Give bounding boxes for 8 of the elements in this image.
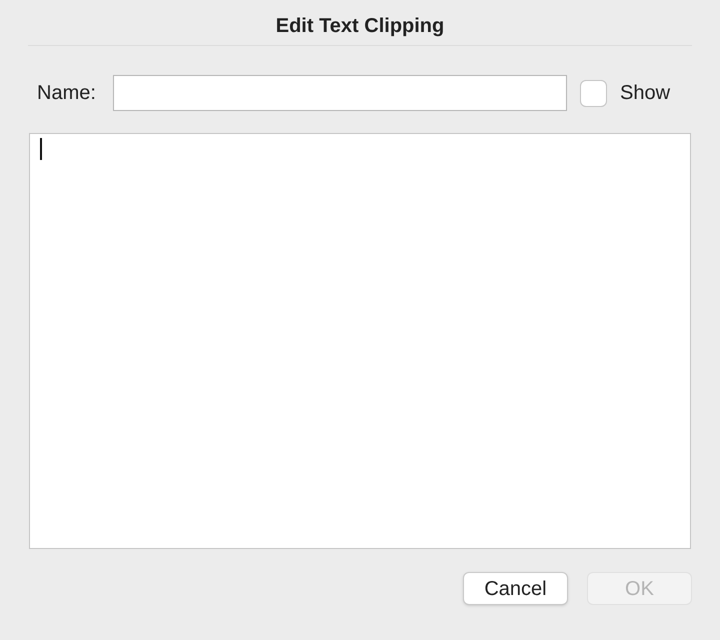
dialog-button[interactable]: Cancel [463,572,568,605]
name-field[interactable] [113,75,567,111]
window-title: Edit Text Clipping [276,14,444,38]
show-checkbox[interactable] [580,80,607,106]
text-cursor [40,138,42,160]
name-label: Name: [37,81,97,106]
text-area[interactable] [29,133,691,549]
show-label: Show [620,81,670,106]
